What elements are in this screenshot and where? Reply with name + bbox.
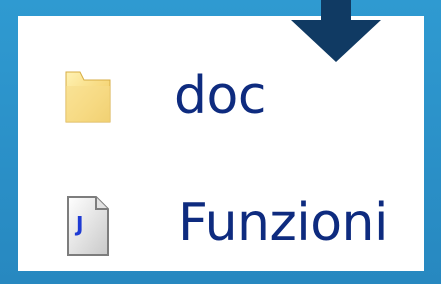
file-name-funzioni: Funzioni [178, 193, 388, 253]
arrow-down-icon [291, 0, 381, 62]
java-file-icon: J [67, 196, 109, 256]
file-name-doc: doc [174, 66, 266, 126]
file-item-doc[interactable]: doc [62, 66, 266, 136]
svg-text:J: J [74, 212, 83, 236]
folder-icon [65, 71, 111, 123]
file-item-funzioni[interactable]: J Funzioni [62, 193, 388, 263]
